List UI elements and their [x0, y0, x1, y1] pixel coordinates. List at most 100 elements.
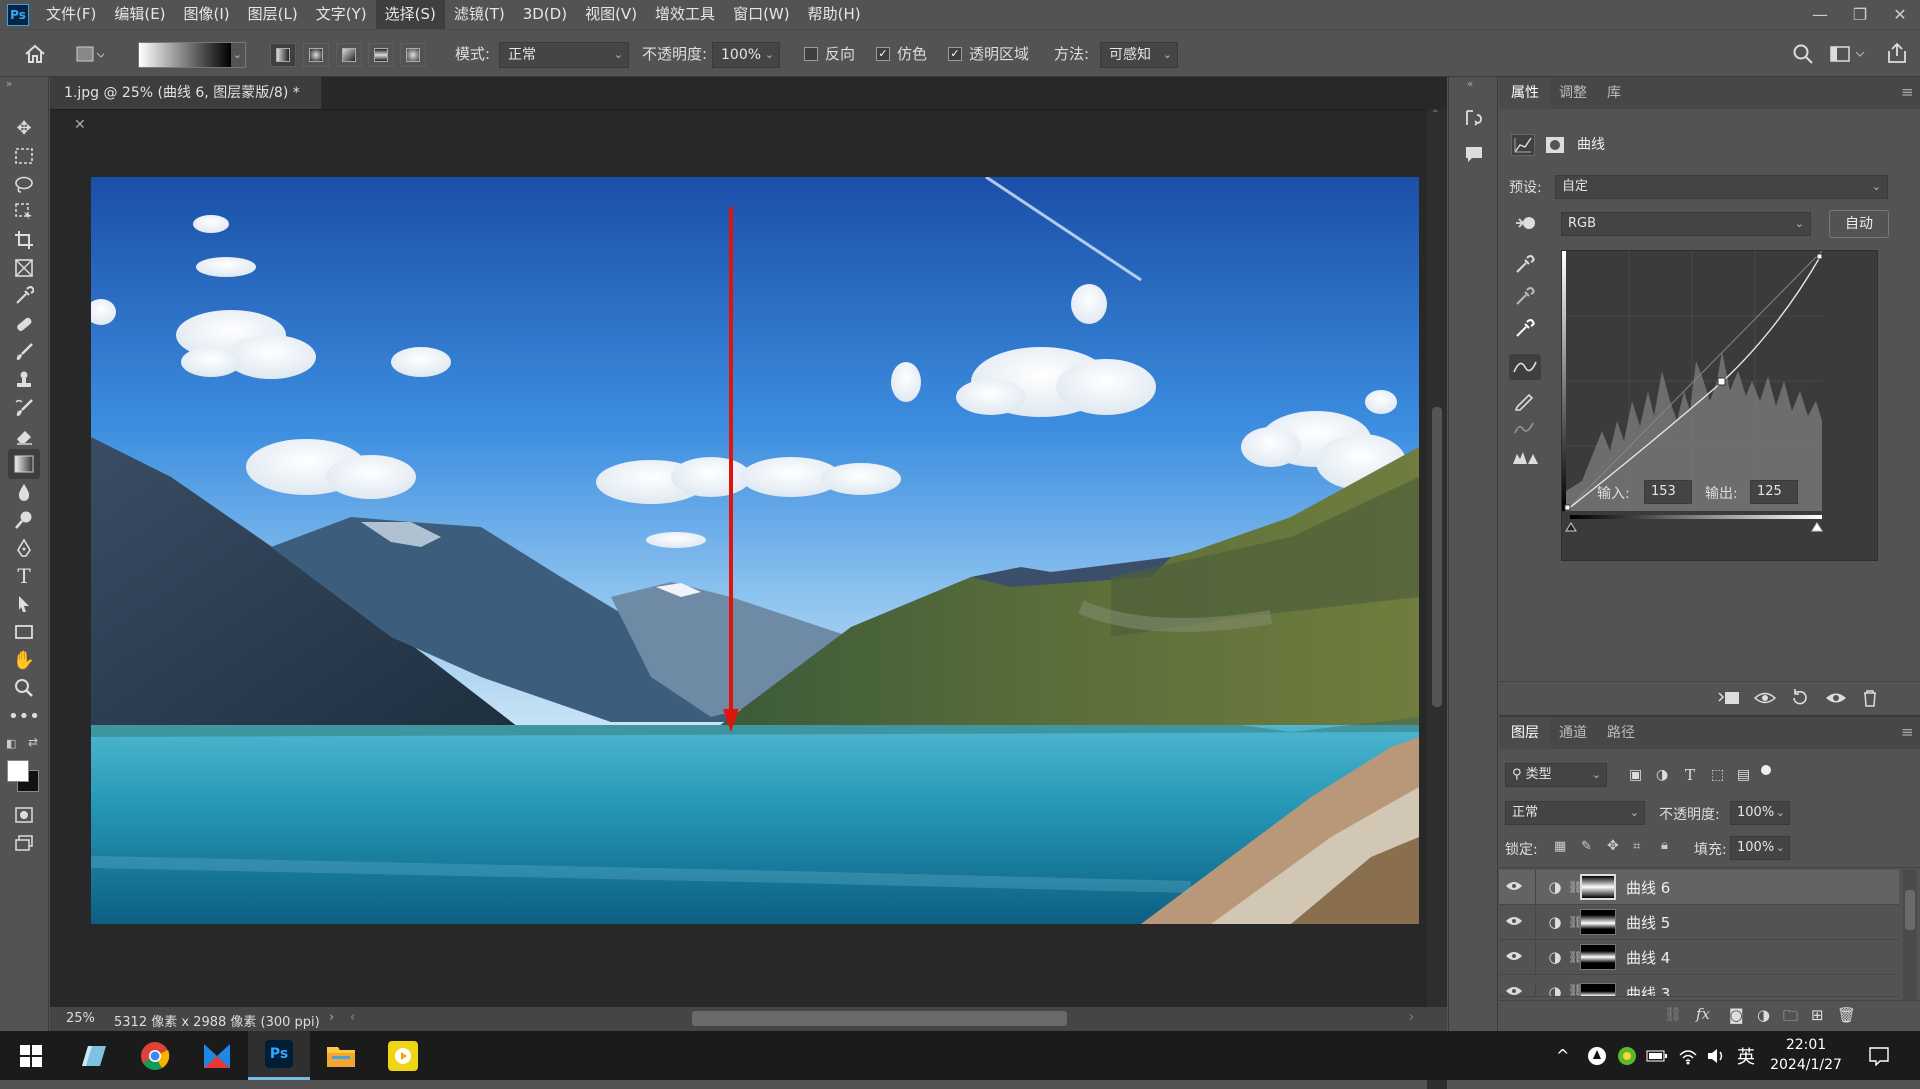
opacity-input[interactable]: 100% ⌄: [712, 42, 780, 68]
layer-visibility-eye-icon[interactable]: [1499, 878, 1529, 896]
linear-gradient-button[interactable]: [270, 43, 296, 67]
menu-3d[interactable]: 3D(D): [514, 0, 576, 29]
tray-app-icon[interactable]: [1617, 1031, 1637, 1080]
link-icon[interactable]: ⛓: [1568, 950, 1583, 964]
quick-mask-icon[interactable]: [8, 800, 40, 830]
restore-button[interactable]: ❐: [1840, 0, 1880, 29]
input-method-indicator[interactable]: 英: [1737, 1031, 1755, 1080]
menu-window[interactable]: 窗口(W): [724, 0, 799, 29]
marquee-tool-icon[interactable]: [8, 141, 40, 171]
layer-mask-thumbnail[interactable]: [1580, 944, 1616, 970]
lasso-tool-icon[interactable]: [8, 169, 40, 199]
notifications-icon[interactable]: [1868, 1031, 1890, 1080]
layer-row-curves-4[interactable]: ◑ ⛓ 曲线 4: [1499, 939, 1899, 975]
transparency-checkbox[interactable]: ✓: [948, 47, 962, 61]
link-layers-icon[interactable]: ⛓: [1664, 1007, 1682, 1023]
clip-to-layer-icon[interactable]: [1717, 689, 1741, 711]
lock-artboard-icon[interactable]: ⌗: [1633, 839, 1640, 854]
target-adjust-icon[interactable]: [1513, 213, 1539, 237]
layer-mask-thumbnail[interactable]: [1580, 874, 1616, 900]
home-icon[interactable]: [22, 41, 48, 67]
tab-layers[interactable]: 图层: [1499, 717, 1551, 749]
link-icon[interactable]: ⛓: [1568, 983, 1583, 996]
view-previous-icon[interactable]: [1753, 689, 1777, 711]
minimize-button[interactable]: —: [1800, 0, 1840, 29]
scroll-left-icon[interactable]: ‹: [350, 1010, 355, 1025]
blend-mode-dropdown[interactable]: 正常 ⌄: [1505, 801, 1645, 825]
document-tab[interactable]: 1.jpg @ 25% (曲线 6, 图层蒙版/8) * ✕: [50, 77, 322, 133]
input-value-field[interactable]: 153: [1644, 480, 1692, 504]
screen-mode-icon[interactable]: [8, 828, 40, 858]
tab-libraries[interactable]: 库: [1595, 77, 1633, 109]
fx-icon[interactable]: fx: [1696, 1005, 1710, 1023]
rectangle-tool-icon[interactable]: [8, 617, 40, 647]
delete-layer-icon[interactable]: 🗑︎: [1837, 1006, 1856, 1024]
show-hidden-icons[interactable]: ^: [1556, 1031, 1569, 1080]
radial-gradient-button[interactable]: [303, 43, 329, 67]
tray-app-icon[interactable]: [1587, 1031, 1607, 1080]
lock-all-icon[interactable]: 🔒︎: [1661, 838, 1668, 853]
lock-position-icon[interactable]: ✥: [1607, 838, 1619, 854]
type-tool-icon[interactable]: T: [8, 561, 40, 591]
layer-mask-thumbnail[interactable]: [1580, 909, 1616, 935]
preset-dropdown[interactable]: 自定 ⌄: [1555, 175, 1888, 199]
collapse-icon[interactable]: «: [1467, 79, 1473, 90]
eyedropper-tool-icon[interactable]: [8, 281, 40, 311]
wifi-icon[interactable]: [1678, 1031, 1698, 1080]
move-tool-icon[interactable]: ✥: [8, 113, 40, 143]
filter-type-icon[interactable]: T: [1685, 766, 1695, 784]
expand-icon[interactable]: »: [6, 79, 12, 90]
link-icon[interactable]: ⛓: [1568, 915, 1583, 929]
filter-shape-icon[interactable]: ⬚: [1711, 767, 1724, 783]
black-point-eyedropper-icon[interactable]: [1513, 254, 1535, 280]
menu-plugins[interactable]: 增效工具: [646, 0, 724, 29]
tab-channels[interactable]: 通道: [1547, 717, 1599, 749]
layers-menu-icon[interactable]: ≡: [1901, 723, 1914, 741]
menu-image[interactable]: 图像(I): [175, 0, 239, 29]
menu-help[interactable]: 帮助(H): [799, 0, 870, 29]
mode-dropdown[interactable]: 正常 ⌄: [499, 42, 629, 68]
menu-file[interactable]: 文件(F): [37, 0, 105, 29]
comments-panel-icon[interactable]: [1463, 143, 1485, 169]
default-colors-icon[interactable]: ◧: [6, 737, 16, 750]
new-group-icon[interactable]: 🗀︎: [1783, 1006, 1798, 1031]
angle-gradient-button[interactable]: [336, 43, 362, 67]
chrome-icon[interactable]: [124, 1031, 186, 1080]
info-menu-icon[interactable]: ›: [329, 1010, 334, 1025]
healing-brush-tool-icon[interactable]: [8, 309, 40, 339]
tab-adjustments[interactable]: 调整: [1547, 77, 1599, 109]
volume-icon[interactable]: [1706, 1031, 1726, 1080]
close-tab-icon[interactable]: ✕: [74, 117, 86, 133]
swap-colors-icon[interactable]: ⇄: [28, 735, 38, 749]
diamond-gradient-button[interactable]: [400, 43, 426, 67]
visibility-icon[interactable]: [1825, 689, 1847, 711]
link-icon[interactable]: ⛓: [1568, 880, 1583, 894]
gradient-tool-preset[interactable]: [64, 42, 106, 68]
history-brush-tool-icon[interactable]: [8, 393, 40, 423]
menu-view[interactable]: 视图(V): [576, 0, 646, 29]
layers-scrollbar[interactable]: [1903, 870, 1917, 1000]
start-button[interactable]: [0, 1031, 62, 1080]
curve-points-icon[interactable]: [1509, 354, 1541, 380]
menu-select[interactable]: 选择(S): [375, 0, 445, 29]
layer-row-curves-3[interactable]: ◑ ⛓ 曲线 3: [1499, 975, 1899, 997]
filter-adjustment-icon[interactable]: ◑: [1656, 767, 1668, 783]
filter-toggle-icon[interactable]: [1761, 765, 1771, 775]
smooth-curve-icon[interactable]: [1513, 419, 1535, 441]
new-adjustment-icon[interactable]: ◑: [1757, 1006, 1770, 1024]
layer-mask-thumbnail[interactable]: [1580, 983, 1616, 996]
method-dropdown[interactable]: 可感知 ⌄: [1100, 42, 1178, 68]
gradient-tool-icon[interactable]: [8, 449, 40, 479]
curves-graph[interactable]: [1561, 250, 1878, 561]
menu-edit[interactable]: 编辑(E): [105, 0, 174, 29]
file-explorer-icon[interactable]: [310, 1031, 372, 1080]
pencil-icon[interactable]: [1513, 389, 1535, 415]
zoom-tool-icon[interactable]: [8, 673, 40, 703]
menu-layer[interactable]: 图层(L): [239, 0, 307, 29]
add-mask-icon[interactable]: ◙: [1729, 1006, 1744, 1024]
hand-tool-icon[interactable]: ✋: [8, 645, 40, 675]
blur-tool-icon[interactable]: [8, 477, 40, 507]
media-player-icon[interactable]: [372, 1031, 434, 1080]
auto-button[interactable]: 自动: [1829, 210, 1889, 238]
layer-row-curves-5[interactable]: ◑ ⛓ 曲线 5: [1499, 904, 1899, 940]
